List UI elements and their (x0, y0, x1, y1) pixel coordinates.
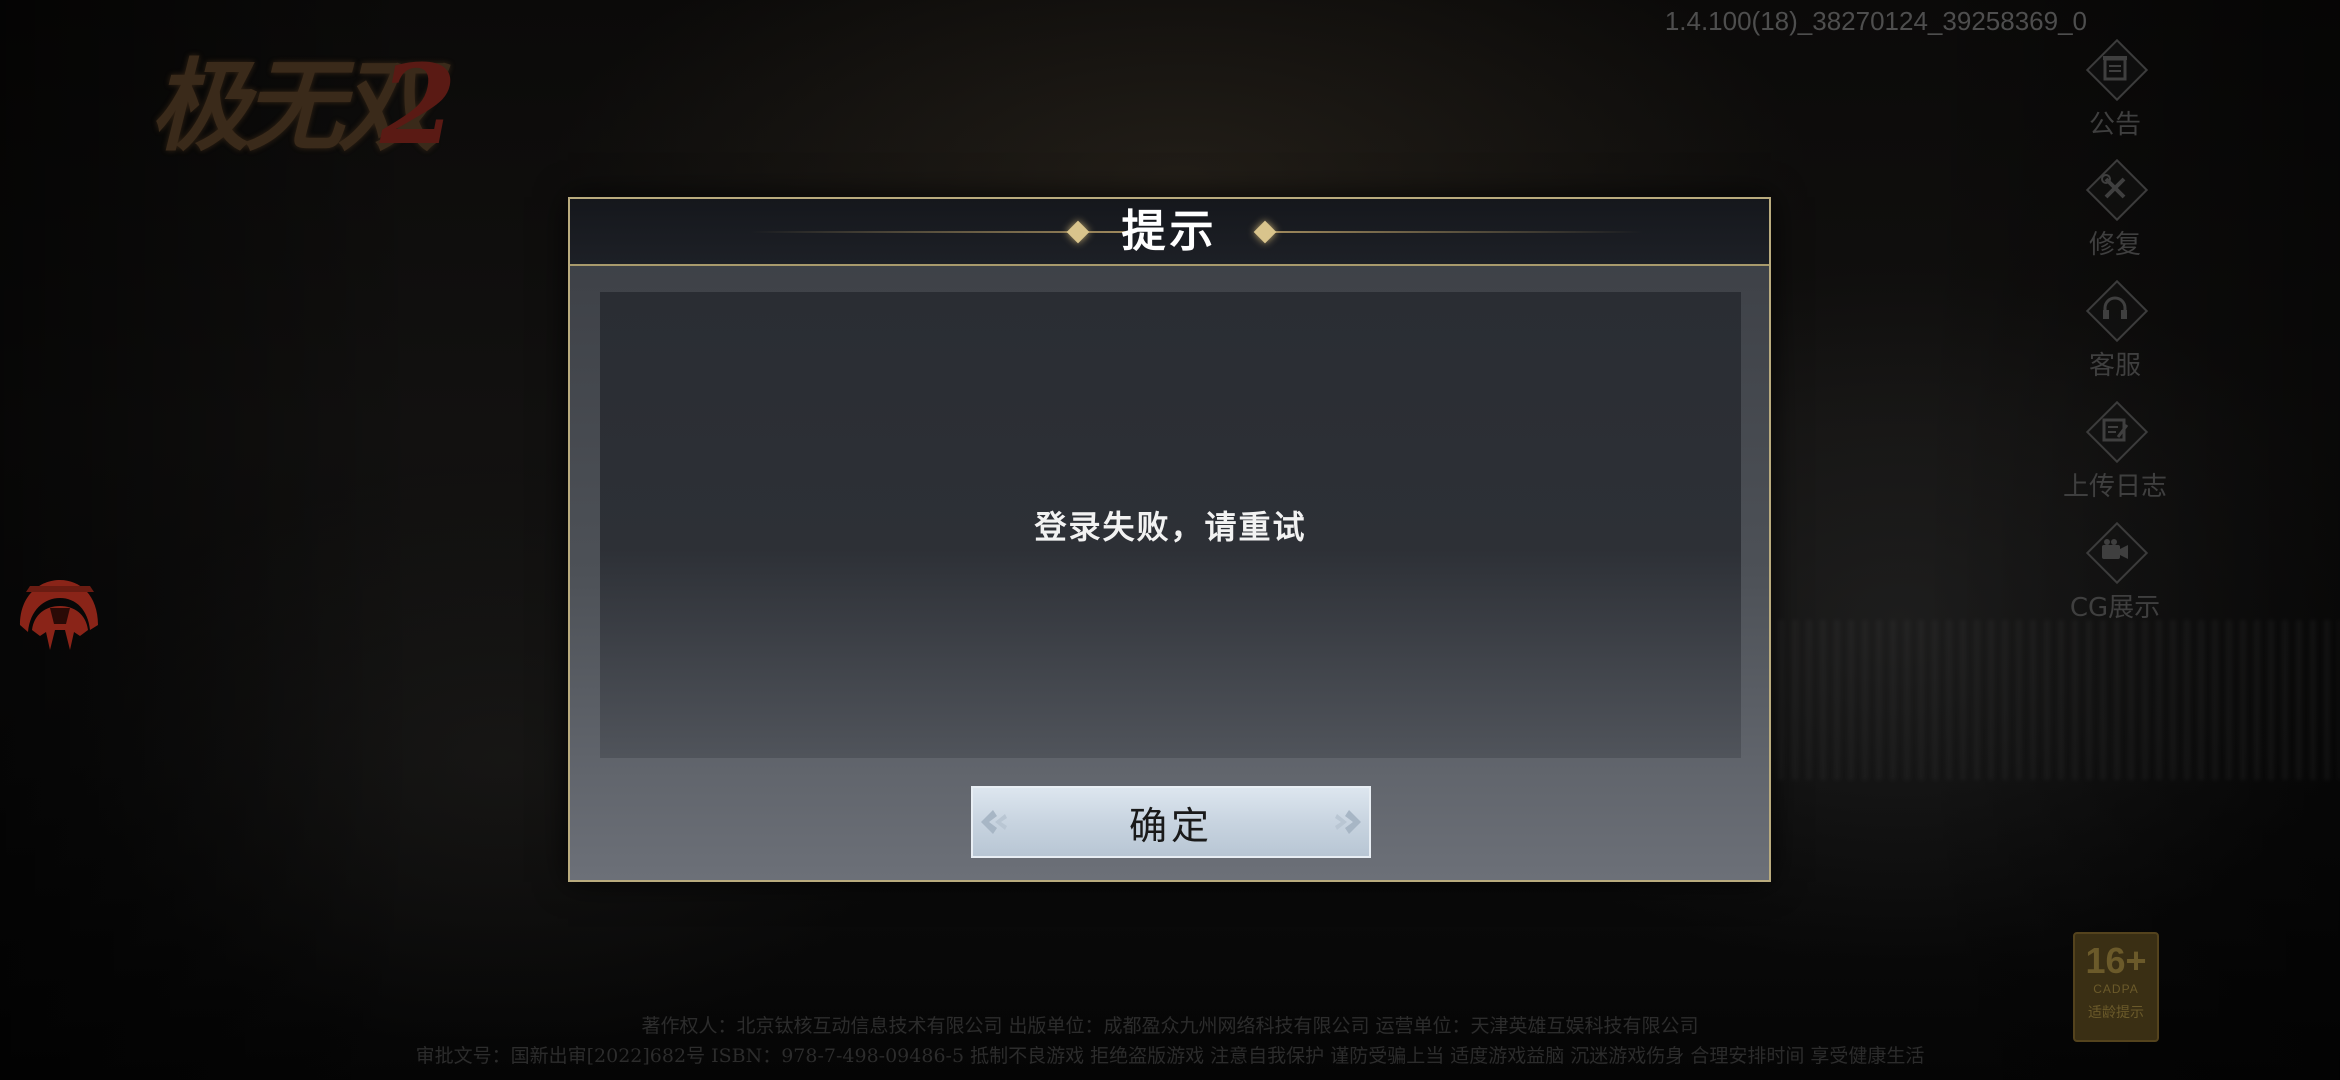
side-item-label: CG展示 (2069, 593, 2161, 623)
game-logo: 极无双 2 (150, 25, 480, 169)
side-item-cg[interactable]: CG展示 (2035, 521, 2195, 633)
background-army (1750, 620, 2340, 780)
side-item-label: 客服 (2088, 351, 2141, 381)
side-item-label: 修复 (2088, 230, 2141, 260)
dialog-message: 登录失败，请重试 (1034, 508, 1307, 546)
side-item-label: 上传日志 (2062, 472, 2167, 502)
upload-log-icon (2085, 400, 2149, 464)
dialog-body: 登录失败，请重试 (600, 292, 1741, 758)
side-item-support[interactable]: 客服 (2035, 279, 2195, 391)
helmet-icon[interactable] (10, 570, 100, 670)
logo-number: 2 (380, 40, 457, 169)
dialog-title: 提示 (1121, 206, 1218, 257)
confirm-button[interactable]: 确定 (971, 786, 1371, 858)
alert-dialog: 提示 登录失败，请重试 确定 (568, 197, 1771, 882)
copyright-line: 著作权人：北京钛核互动信息技术有限公司 出版单位：成都盈众九州网络科技有限公司 … (641, 1015, 1699, 1037)
side-item-label: 公告 (2088, 110, 2141, 140)
side-item-notice[interactable]: 公告 (2035, 38, 2195, 150)
notice-icon (2085, 38, 2149, 102)
version-label: 1.4.100(18)_38270124_39258369_0 (1664, 6, 2087, 36)
confirm-button-label: 确定 (1128, 803, 1213, 848)
side-item-repair[interactable]: 修复 (2035, 158, 2195, 270)
video-camera-icon (2085, 521, 2149, 585)
approval-line: 审批文号：国新出审[2022]682号 ISBN：978-7-498-09486… (415, 1045, 1925, 1067)
side-item-upload-log[interactable]: 上传日志 (2035, 400, 2195, 512)
age-rating-number: 16+ (2085, 940, 2147, 981)
game-login-screen: 极无双 2 1.4.100(18)_38270124_39258369_0 公告 (0, 0, 2340, 1080)
repair-icon (2085, 158, 2149, 222)
age-rating-org: CADPA (2093, 982, 2139, 996)
dialog-header: 提示 (570, 199, 1769, 266)
headset-icon (2085, 279, 2149, 343)
